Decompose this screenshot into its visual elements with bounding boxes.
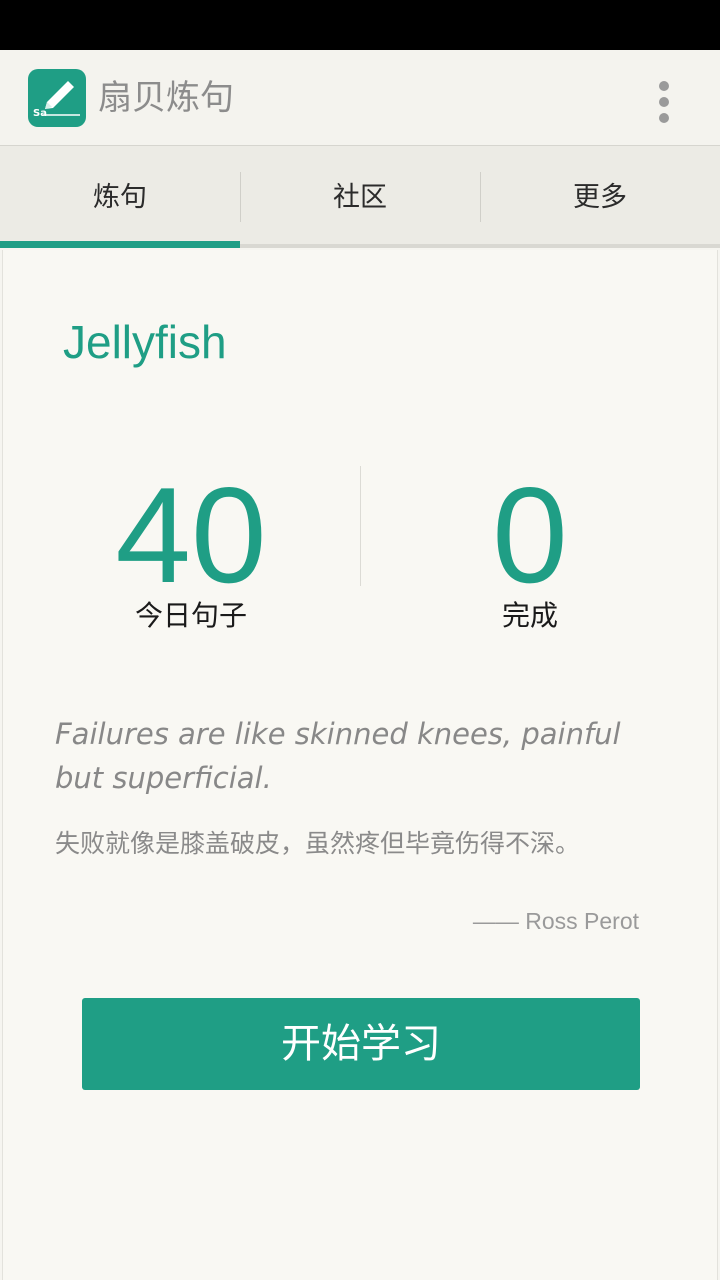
completed-label: 完成 [501, 599, 558, 632]
quote-author: —— Ross Perot [472, 908, 639, 934]
overflow-dot-icon [659, 113, 669, 123]
today-sentences-count: 40 [115, 459, 267, 611]
tab-selected-indicator [0, 241, 240, 248]
quote-english: Failures are like skinned knees, painful… [55, 717, 621, 795]
today-sentences-label: 今日句子 [134, 599, 247, 632]
stats-divider [360, 466, 361, 586]
tab-bar: 炼句 社区 更多 [0, 145, 720, 248]
overflow-dot-icon [659, 97, 669, 107]
status-bar [0, 0, 720, 50]
overflow-menu-button[interactable] [640, 72, 688, 124]
tab-community[interactable]: 社区 [240, 146, 480, 246]
quote-chinese: 失败就像是膝盖破皮，虽然疼但毕竟伤得不深。 [55, 829, 581, 858]
username: Jellyfish [63, 316, 227, 368]
tab-more[interactable]: 更多 [480, 146, 720, 246]
pencil-icon: Sa [28, 69, 86, 127]
app-title: 扇贝炼句 [98, 78, 234, 118]
tab-practice[interactable]: 炼句 [0, 146, 240, 246]
completed-count: 0 [492, 459, 568, 611]
main-card: Jellyfish 40 今日句子 0 完成 Failures are like… [2, 250, 718, 1280]
overflow-dot-icon [659, 81, 669, 91]
action-bar: Sa 扇贝炼句 [0, 50, 720, 145]
start-learning-button[interactable]: 开始学习 [82, 998, 640, 1090]
app-icon-text: Sa [33, 108, 47, 119]
